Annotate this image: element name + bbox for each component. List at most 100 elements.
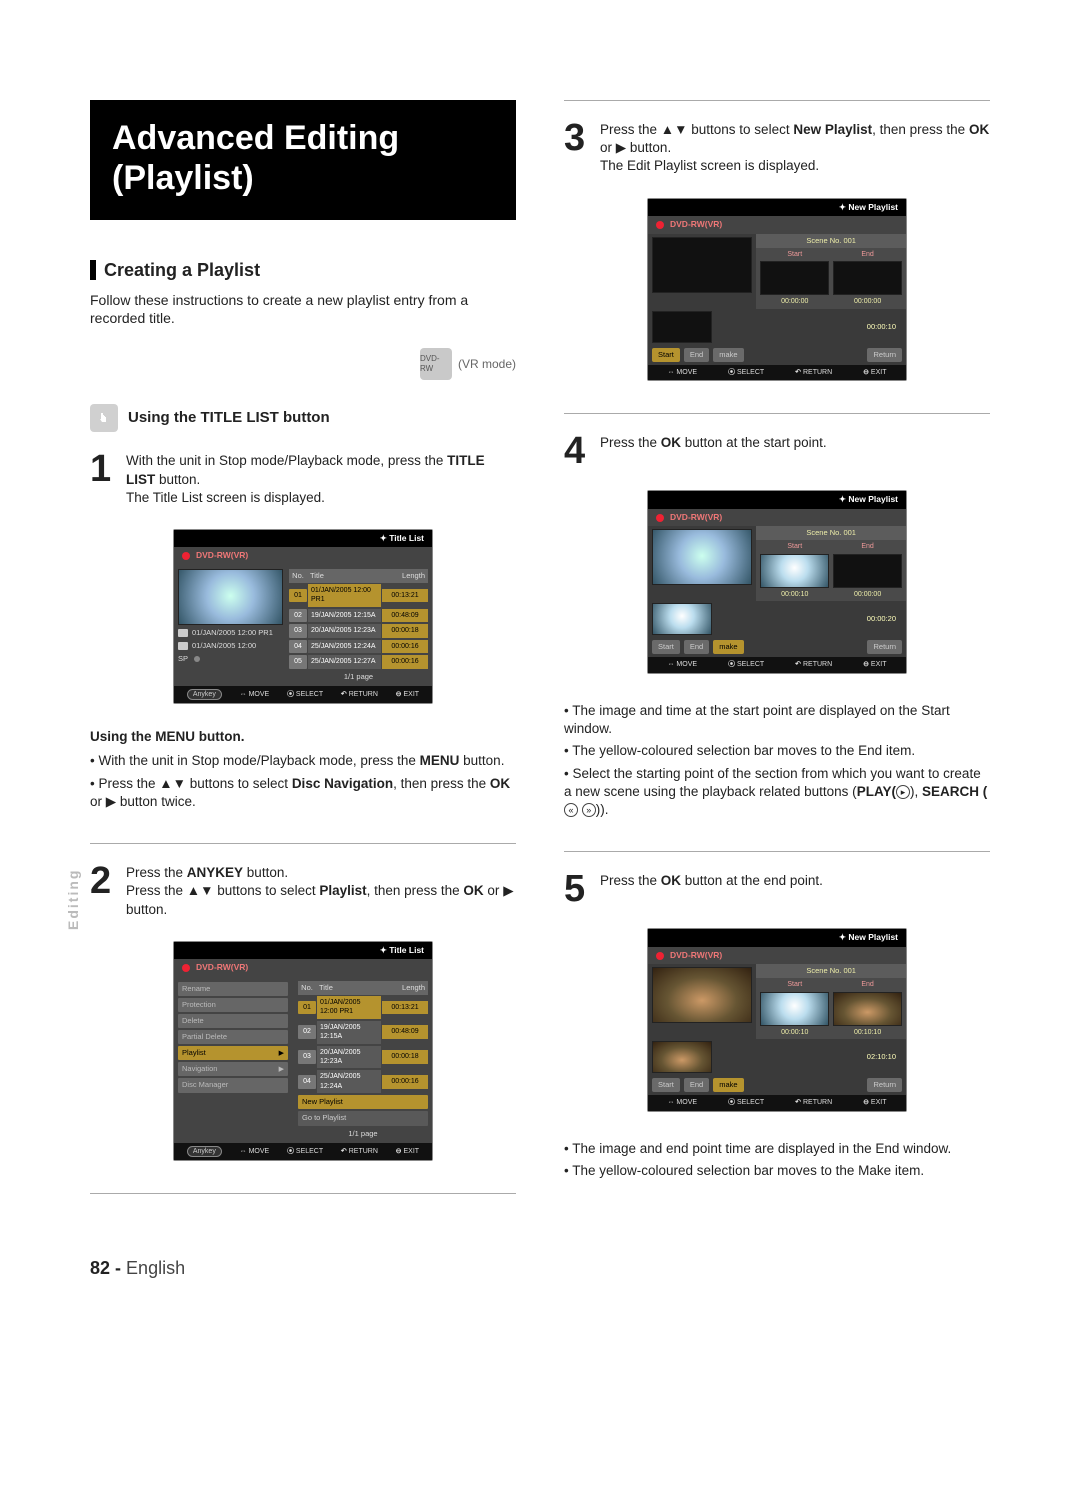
cell: 00:00:18 xyxy=(382,624,428,637)
osd-disc-row: DVD-RW(VR) xyxy=(648,216,906,233)
osd-columns: No.TitleLength xyxy=(298,981,428,995)
select-icon: ⦿ xyxy=(728,369,735,376)
ctx-item: Partial Delete xyxy=(178,1030,288,1044)
cell: 01/JAN/2005 12:00 PR1 xyxy=(317,996,381,1019)
ctx-item: Delete xyxy=(178,1014,288,1028)
right-column: 3 Press the ▲▼ buttons to select New Pla… xyxy=(564,100,990,1208)
step-number: 5 xyxy=(564,872,592,906)
end-label: End xyxy=(861,980,873,989)
text: or xyxy=(484,883,504,898)
osd-row: 0425/JAN/2005 12:24A00:00:16 xyxy=(298,1069,428,1094)
text: button. xyxy=(126,902,167,917)
return-icon: ↶ xyxy=(795,1099,801,1106)
ts: 00:00:10 xyxy=(781,1028,808,1037)
text-bold: New Playlist xyxy=(793,122,872,137)
text: Press the xyxy=(126,865,187,880)
btn-make: make xyxy=(713,348,743,362)
page-heading: Advanced Editing (Playlist) xyxy=(112,118,494,198)
cell: 19/JAN/2005 12:15A xyxy=(317,1021,381,1044)
divider xyxy=(564,100,990,101)
label: RETURN xyxy=(803,661,832,668)
start-label: Start xyxy=(787,980,802,989)
text: buttons to select xyxy=(214,883,320,898)
ctx-item: Navigation▶ xyxy=(178,1062,288,1076)
start-thumb xyxy=(760,992,829,1026)
list-item: The image and time at the start point ar… xyxy=(564,702,990,738)
btn-make: make xyxy=(713,1078,743,1092)
end-label: End xyxy=(861,542,873,551)
list-item: With the unit in Stop mode/Playback mode… xyxy=(90,752,516,770)
osd-page: 1/1 page xyxy=(298,1129,428,1139)
osd-bottom-bar: ⇔ MOVE ⦿ SELECT ↶ RETURN ⊖ EXIT xyxy=(648,365,906,380)
cell: 25/JAN/2005 12:27A xyxy=(308,655,381,668)
col-title: Title xyxy=(307,569,382,583)
move-icon: ⇔ xyxy=(240,691,247,698)
side-tab: Editing xyxy=(64,869,83,930)
hand-icon xyxy=(90,404,118,432)
ctx-item: Rename xyxy=(178,982,288,996)
ts: 00:00:00 xyxy=(781,297,808,306)
step-5: 5 Press the OK button at the end point. xyxy=(564,872,990,906)
end-thumb xyxy=(833,992,902,1026)
exit-icon: ⊖ xyxy=(863,1099,869,1106)
elapsed: 00:00:10 xyxy=(867,322,902,332)
ctx-option-selected: New Playlist xyxy=(298,1095,428,1109)
text: Press the xyxy=(98,776,159,791)
label: RETURN xyxy=(803,369,832,376)
osd-new-playlist-start: New Playlist DVD-RW(VR) Scene No. 001 St… xyxy=(647,490,907,674)
btn-start: Start xyxy=(652,1078,680,1092)
strip-preview xyxy=(652,311,712,343)
osd-disc-label: DVD-RW(VR) xyxy=(670,950,722,961)
step-1: 1 With the unit in Stop mode/Playback mo… xyxy=(90,452,516,507)
vr-mode-row: DVD-RW (VR mode) xyxy=(90,348,516,380)
footer-lang: English xyxy=(126,1258,185,1278)
ctx-item: Disc Manager xyxy=(178,1078,288,1092)
menu-method: Using the MENU button. With the unit in … xyxy=(90,728,516,815)
label: MOVE xyxy=(676,1099,697,1106)
text: button. xyxy=(243,865,288,880)
list-item: Select the starting point of the section… xyxy=(564,765,990,820)
osd-disc-row: DVD-RW(VR) xyxy=(174,959,432,976)
osd-row: 0219/JAN/2005 12:15A00:48:09 xyxy=(298,1020,428,1045)
col-length: Length xyxy=(382,981,428,995)
osd-row: 0320/JAN/2005 12:23A00:00:18 xyxy=(298,1045,428,1070)
select-icon: ⦿ xyxy=(287,1148,294,1155)
label: EXIT xyxy=(404,691,420,698)
osd-bottom-bar: ⇔ MOVE ⦿ SELECT ↶ RETURN ⊖ EXIT xyxy=(648,657,906,672)
cell: 00:00:16 xyxy=(382,640,428,653)
text-bold: ANYKEY xyxy=(187,865,243,880)
osd-header-text: New Playlist xyxy=(839,494,898,504)
osd-header-text: New Playlist xyxy=(839,932,898,942)
list-item: The yellow-coloured selection bar moves … xyxy=(564,1162,990,1180)
label: MOVE xyxy=(676,661,697,668)
osd-disc-label: DVD-RW(VR) xyxy=(670,512,722,523)
text: 01/JAN/2005 12:00 xyxy=(192,641,256,651)
label: SELECT xyxy=(296,691,323,698)
text-bold: SEARCH ( xyxy=(922,784,987,799)
btn-start: Start xyxy=(652,348,680,362)
osd-preview xyxy=(178,569,283,625)
right-icon: ▶ xyxy=(616,139,626,157)
return-icon: ↶ xyxy=(795,661,801,668)
ctx-item-selected: Playlist▶ xyxy=(178,1046,288,1060)
osd-header: New Playlist xyxy=(648,199,906,216)
right-icon: ▶ xyxy=(106,793,116,811)
section-bar xyxy=(90,260,96,280)
col-no: No. xyxy=(298,981,316,995)
exit-icon: ⊖ xyxy=(863,369,869,376)
btn-end: End xyxy=(684,348,709,362)
osd-disc-row: DVD-RW(VR) xyxy=(648,509,906,526)
ts: 00:00:10 xyxy=(781,590,808,599)
chevron-right-icon: ▶ xyxy=(279,1065,284,1074)
text: button at the start point. xyxy=(681,435,827,450)
elapsed: 00:00:20 xyxy=(867,614,902,624)
text-bold: OK xyxy=(463,883,483,898)
cell: 03 xyxy=(289,624,307,637)
scene-label: Scene No. 001 xyxy=(756,964,906,978)
cell: 25/JAN/2005 12:24A xyxy=(317,1070,381,1093)
list-item: The image and end point time are display… xyxy=(564,1140,990,1158)
return-icon: ↶ xyxy=(341,1148,347,1155)
title-box: Advanced Editing (Playlist) xyxy=(90,100,516,220)
dot-icon xyxy=(194,656,200,662)
label: SELECT xyxy=(737,1099,764,1106)
